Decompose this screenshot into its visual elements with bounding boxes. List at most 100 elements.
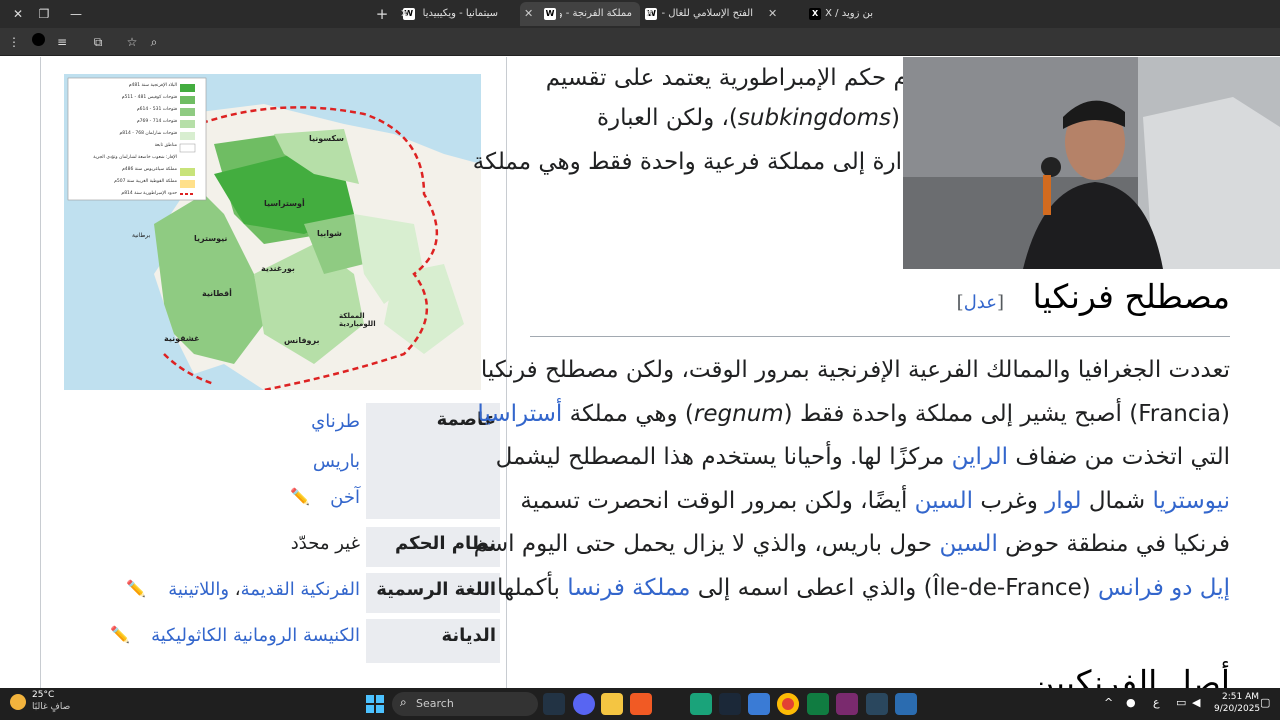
- volume-icon[interactable]: ◀: [1192, 696, 1200, 709]
- new-tab-button[interactable]: +: [372, 4, 392, 24]
- clock-date[interactable]: 9/20/2025: [1214, 704, 1260, 714]
- language-label: اللغة الرسمية: [376, 579, 496, 600]
- map-label-saxony: سكسونيا: [309, 134, 344, 143]
- paragraph-line: تعددت الجغرافيا والممالك الفرعية الإفرنج…: [481, 349, 1230, 393]
- excel-icon[interactable]: [807, 693, 829, 715]
- shield-app-icon[interactable]: [895, 693, 917, 715]
- windows-taskbar: 25°C صافٍ غالبًا ⌕ Search ^ ● ع ▭ ◀ 2:51…: [0, 688, 1280, 720]
- legend-item: فتوحات كوفيس 481 - 511م: [121, 95, 177, 100]
- webcam-overlay: [903, 57, 1280, 269]
- article-link[interactable]: السين: [939, 531, 997, 557]
- close-tab-icon[interactable]: ✕: [645, 2, 654, 26]
- religion-label: الديانة: [441, 625, 496, 646]
- article-text: ) أصبح يشير إلى مملكة واحدة فقط (: [783, 400, 1139, 427]
- bookmark-star-icon[interactable]: ☆: [122, 32, 142, 52]
- tab-title: سيتمانيا - ويكيبيديا: [422, 8, 498, 19]
- map-label-provence: بروفانس: [284, 336, 320, 345]
- infobox-religion-row: الديانة الكنيسة الرومانية الكاثوليكية ✏️: [64, 625, 500, 665]
- capital-link-paris[interactable]: باريس: [313, 451, 360, 472]
- tab-x[interactable]: ✕ بن زويد / X X: [768, 2, 903, 26]
- paragraph-line: فرنكيا في منطقة حوض السين حول باريس، وال…: [474, 523, 1230, 567]
- subkingdoms-term: subkingdoms: [737, 105, 892, 131]
- article-link[interactable]: أستراسيا: [477, 401, 562, 427]
- religion-link[interactable]: الكنيسة الرومانية الكاثوليكية: [151, 625, 360, 646]
- map-label-neustria: نيوستريا: [194, 234, 228, 243]
- article-text: وغرب: [973, 487, 1046, 514]
- browser-tab-bar: ✕ ❐ — + ✕ سيتمانيا - ويكيبيديا W ✕ مملكة…: [0, 0, 1280, 28]
- article-link[interactable]: مملكة فرنسا: [567, 575, 690, 601]
- close-tab-icon[interactable]: ✕: [768, 2, 777, 26]
- app-green-icon[interactable]: [690, 693, 712, 715]
- steam-icon[interactable]: [719, 693, 741, 715]
- weather-icon: [10, 694, 26, 710]
- legend-item: مملكة القوطية الغربية سنة 507م: [114, 179, 177, 184]
- article-text: فرنكيا في منطقة حوض: [997, 531, 1230, 557]
- browser-toolbar: ⋮ ≡ ⧉ ☆ ⌕: [0, 28, 1280, 56]
- map-legend: البلاد الإفرنجية سنة 481م فتوحات كوفيس 4…: [72, 80, 177, 200]
- capital-link-tournai[interactable]: طرناي: [311, 411, 360, 432]
- capital-link-aachen[interactable]: آخن: [330, 487, 360, 508]
- close-tab-icon[interactable]: ✕: [524, 2, 533, 26]
- tab-islamic-conquest[interactable]: ✕ الفتح الإسلامي للغال - W: [645, 2, 767, 26]
- language-indicator[interactable]: ع: [1153, 696, 1160, 709]
- article-text: تعددت الجغرافيا والممالك الفرعية الإفرنج…: [480, 357, 1230, 383]
- next-app-icon[interactable]: [836, 693, 858, 715]
- file-explorer-icon[interactable]: [601, 693, 623, 715]
- article-text: مركزًا لها. وأحيانا يستخدم هذا المصطلح ل…: [495, 444, 952, 470]
- paragraph-line: نيوستريا شمال لوار وغرب السين أيضًا، ولك…: [520, 480, 1230, 524]
- language-link-latin[interactable]: واللاتينية: [168, 579, 229, 600]
- app-blue-icon[interactable]: [748, 693, 770, 715]
- tab-frankish-kingdom[interactable]: ✕ مملكة الفرنجة - ويكيب W: [520, 2, 640, 26]
- zoom-icon[interactable]: ⌕: [144, 32, 164, 52]
- notification-icon[interactable]: ▢: [1260, 696, 1270, 709]
- edit-pencil-icon[interactable]: ✏️: [290, 487, 310, 506]
- minimize-button[interactable]: —: [66, 4, 86, 24]
- content-border: [40, 57, 41, 688]
- article-link[interactable]: الراين: [952, 444, 1008, 470]
- infobox-capital-row: عاصمة طرناي باريس آخن ✏️: [64, 407, 500, 523]
- article-link[interactable]: السين: [915, 488, 973, 514]
- network-icon[interactable]: ▭: [1176, 696, 1186, 709]
- paragraph-line: التي اتخذت من ضفاف الراين مركزًا لها. وأ…: [496, 436, 1230, 480]
- start-button[interactable]: [364, 693, 386, 715]
- article-link[interactable]: لوار: [1045, 488, 1081, 514]
- edit-pencil-icon[interactable]: ✏️: [110, 625, 130, 644]
- extensions-puzzle-icon[interactable]: ⧉: [88, 32, 108, 52]
- weather-widget[interactable]: 25°C صافٍ غالبًا: [10, 690, 90, 716]
- extension-icon[interactable]: [28, 32, 48, 52]
- article-link[interactable]: إيل دو فرانس: [1098, 575, 1230, 601]
- article-link[interactable]: نيوستريا: [1152, 488, 1230, 514]
- article-text: (: [1221, 400, 1230, 427]
- frankish-kingdom-map[interactable]: البلاد الإفرنجية سنة 481م فتوحات كوفيس 4…: [64, 74, 481, 390]
- paragraph: تعددت الجغرافيا والممالك الفرعية الإفرنج…: [474, 349, 1230, 610]
- close-window-button[interactable]: ✕: [8, 4, 28, 24]
- map-label-swabia: شوابيا: [317, 229, 342, 238]
- discord-icon[interactable]: [573, 693, 595, 715]
- taskbar-search[interactable]: ⌕ Search: [392, 692, 538, 716]
- legend-item: حدود الإمبراطورية سنة 814م: [121, 191, 177, 196]
- maximize-button[interactable]: ❐: [34, 4, 54, 24]
- heading-underline: [530, 336, 1230, 337]
- infobox-government-row: نظام الحكم غير محدّد: [64, 533, 500, 573]
- brave-icon[interactable]: [630, 693, 652, 715]
- article-text: (Île-de-France) والذي اعطى اسمه إلى: [690, 574, 1099, 601]
- article-text: حول باريس، والذي لا يزال يحمل حتى اليوم …: [473, 531, 940, 557]
- news-app-icon[interactable]: [543, 693, 565, 715]
- microphone-icon[interactable]: ●: [1126, 696, 1136, 709]
- close-tab-icon[interactable]: ✕: [400, 2, 409, 26]
- reading-list-icon[interactable]: ≡: [52, 32, 72, 52]
- intro-line: نظام حكم الإمبراطورية يعتمد على تقسيم: [545, 65, 940, 91]
- menu-dots-icon[interactable]: ⋮: [4, 32, 24, 52]
- chrome-icon[interactable]: [777, 693, 799, 715]
- webcam-svg: [903, 57, 1280, 269]
- clock-time[interactable]: 2:51 AM: [1222, 692, 1259, 702]
- intro-line: (subkingdoms)، ولكن العبارة: [596, 105, 900, 131]
- language-link-old-frankish[interactable]: الفرنكية القديمة: [241, 579, 360, 600]
- steam-2-icon[interactable]: [866, 693, 888, 715]
- wikipedia-page: البلاد الإفرنجية سنة 481م فتوحات كوفيس 4…: [0, 57, 1280, 688]
- infobox-language-row: اللغة الرسمية الفرنكية القديمة، واللاتين…: [64, 579, 500, 619]
- tab-siptimania[interactable]: ✕ سيتمانيا - ويكيبيديا W: [400, 2, 518, 26]
- edit-section-link[interactable]: [عدل]: [957, 292, 1004, 313]
- tray-chevron-icon[interactable]: ^: [1104, 696, 1113, 709]
- edit-pencil-icon[interactable]: ✏️: [126, 579, 146, 598]
